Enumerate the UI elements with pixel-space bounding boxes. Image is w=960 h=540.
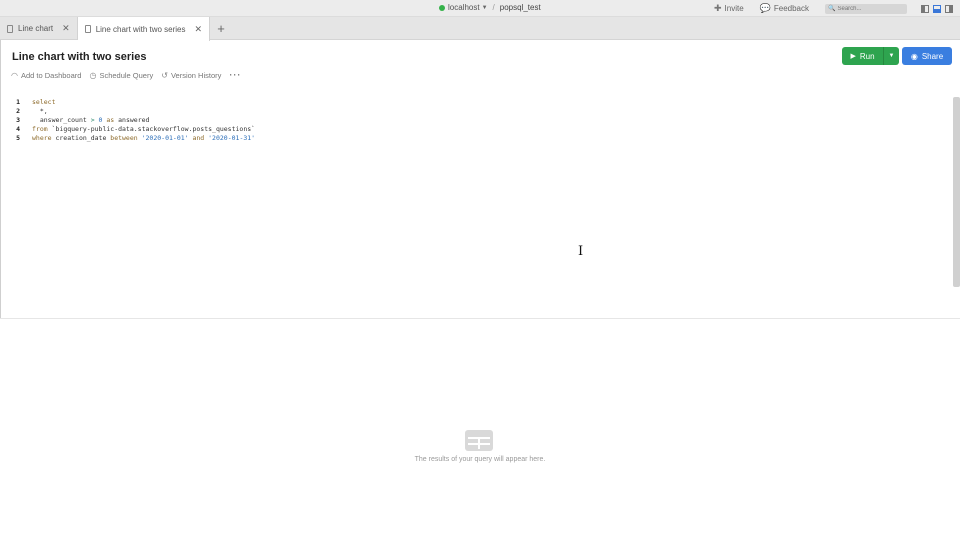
editor-line: 2 *, xyxy=(0,106,48,115)
results-empty-message: The results of your query will appear he… xyxy=(414,456,546,463)
toggle-left-panel-icon[interactable] xyxy=(921,4,929,13)
code-token: where xyxy=(32,133,56,142)
code-line[interactable]: where creation_date between '2020-01-01'… xyxy=(32,134,255,142)
toggle-bottom-panel-icon[interactable] xyxy=(933,4,941,13)
connection-name: localhost xyxy=(448,3,480,12)
code-token: '2020-01-01' xyxy=(141,133,189,142)
connection-selector[interactable]: localhost ▼ / popsql_test xyxy=(439,3,541,12)
plus-icon: + xyxy=(217,21,225,36)
share-label: Share xyxy=(921,51,944,61)
top-bar: localhost ▼ / popsql_test ✚ Invite 💬 Fee… xyxy=(0,0,960,17)
line-number: 3 xyxy=(16,115,20,124)
run-button[interactable]: ▶ Run ▼ xyxy=(842,47,899,65)
code-line[interactable]: answer_count > 0 as answered xyxy=(32,115,150,124)
code-token: '2020-01-31' xyxy=(208,133,256,142)
dashboard-icon: ◠ xyxy=(11,71,18,80)
run-label: Run xyxy=(859,51,875,61)
run-options-dropdown[interactable]: ▼ xyxy=(883,47,899,65)
close-icon[interactable]: ✕ xyxy=(195,24,203,35)
code-token: answered xyxy=(118,115,150,124)
code-token: *, xyxy=(32,106,48,115)
new-tab-button[interactable]: + xyxy=(210,17,232,40)
document-icon xyxy=(84,25,91,33)
more-icon: ··· xyxy=(229,69,242,80)
line-number: 4 xyxy=(16,124,20,133)
editor-line: 3 answer_count > 0 as answered xyxy=(0,115,149,124)
tab-label: Line chart with two series xyxy=(95,24,186,34)
code-line[interactable]: from `bigquery-public-data.stackoverflow… xyxy=(32,125,255,133)
feedback-label: Feedback xyxy=(773,4,809,13)
share-button[interactable]: ◉ Share xyxy=(902,47,952,65)
code-token: answer_count xyxy=(32,115,87,124)
toggle-right-panel-icon[interactable] xyxy=(945,4,953,13)
tab-line-chart[interactable]: Line chart ✕ xyxy=(0,17,78,40)
database-name[interactable]: popsql_test xyxy=(500,3,541,12)
code-token: select xyxy=(32,97,56,106)
clock-icon: ◷ xyxy=(89,71,97,80)
close-icon[interactable]: ✕ xyxy=(62,23,70,34)
document-icon xyxy=(7,24,13,33)
add-to-dashboard-button[interactable]: ◠ Add to Dashboard xyxy=(11,71,81,80)
caret-down-icon: ▼ xyxy=(481,4,488,11)
query-actions: ◠ Add to Dashboard ◷ Schedule Query ↺ Ve… xyxy=(11,70,249,81)
invite-label: Invite xyxy=(724,4,744,13)
search-icon: 🔍 xyxy=(828,6,836,12)
sql-editor[interactable]: 1 select 2 *, 3 answer_count > 0 as answ… xyxy=(0,94,960,319)
code-token: from xyxy=(32,124,52,133)
code-token: > xyxy=(86,115,99,124)
line-number: 2 xyxy=(16,106,20,115)
tab-bar: Line chart ✕ Line chart with two series … xyxy=(0,17,960,41)
query-title[interactable]: Line chart with two series xyxy=(12,51,146,63)
code-token: `bigquery-public-data.stackoverflow.post… xyxy=(51,124,256,133)
code-token: between xyxy=(110,133,142,142)
search-input[interactable] xyxy=(837,5,900,12)
schedule-query-button[interactable]: ◷ Schedule Query xyxy=(89,71,153,80)
eye-icon: ◉ xyxy=(910,51,918,61)
version-history-label: Version History xyxy=(170,71,222,80)
editor-line: 5 where creation_date between '2020-01-0… xyxy=(0,133,255,142)
add-to-dashboard-label: Add to Dashboard xyxy=(20,71,82,80)
feedback-button[interactable]: 💬 Feedback xyxy=(760,3,809,14)
tab-line-chart-two-series[interactable]: Line chart with two series ✕ xyxy=(77,17,211,41)
table-icon xyxy=(465,430,493,451)
run-main[interactable]: ▶ Run xyxy=(842,47,883,65)
chat-bubble-icon: 💬 xyxy=(759,3,771,13)
code-line[interactable]: *, xyxy=(32,107,48,115)
history-icon: ↺ xyxy=(161,71,168,80)
search-box[interactable]: 🔍 xyxy=(825,3,907,14)
code-token: and xyxy=(188,133,209,142)
code-token: as xyxy=(102,115,119,124)
editor-scrollbar[interactable] xyxy=(953,97,960,287)
play-icon: ▶ xyxy=(850,53,856,60)
invite-button[interactable]: ✚ Invite xyxy=(714,3,744,14)
code-token: creation_date xyxy=(55,133,111,142)
code-line[interactable]: select xyxy=(32,98,55,106)
version-history-button[interactable]: ↺ Version History xyxy=(161,71,221,80)
line-number: 1 xyxy=(16,97,20,106)
plus-icon: ✚ xyxy=(713,3,722,13)
tab-label: Line chart xyxy=(18,24,54,33)
path-separator: / xyxy=(492,3,495,12)
text-cursor-icon: I xyxy=(578,244,584,259)
connection-status-icon xyxy=(439,4,445,11)
schedule-query-label: Schedule Query xyxy=(99,71,154,80)
editor-line: 1 select xyxy=(0,97,55,106)
editor-line: 4 from `bigquery-public-data.stackoverfl… xyxy=(0,124,255,133)
caret-down-icon: ▼ xyxy=(888,53,895,59)
more-actions-button[interactable]: ··· xyxy=(229,70,241,80)
line-number: 5 xyxy=(16,133,20,142)
